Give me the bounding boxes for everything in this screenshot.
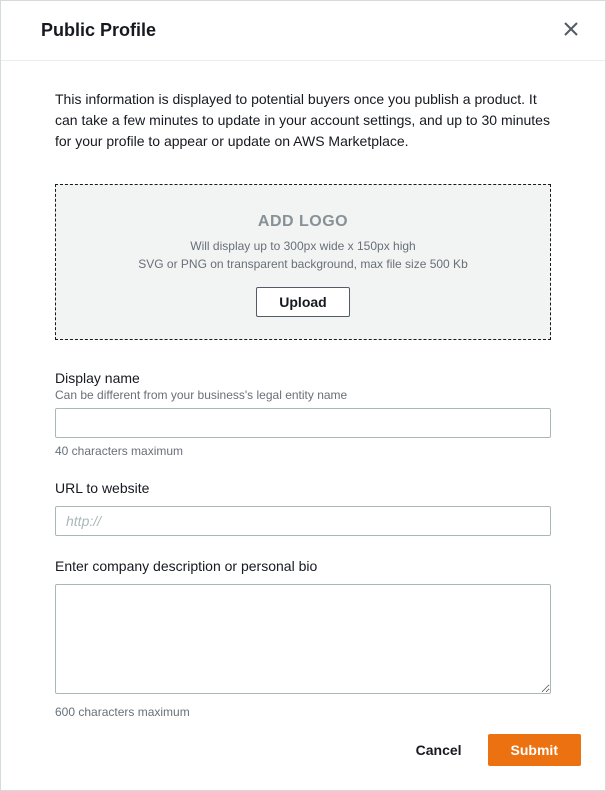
logo-hint-line1: Will display up to 300px wide x 150px hi… [190,239,415,253]
url-label: URL to website [55,480,551,496]
display-name-label: Display name [55,370,551,386]
modal-body: This information is displayed to potenti… [1,61,605,718]
upload-button[interactable]: Upload [256,287,349,317]
display-name-input[interactable] [55,408,551,438]
display-name-hint: Can be different from your business's le… [55,388,551,402]
display-name-limit: 40 characters maximum [55,444,551,458]
description-label: Enter company description or personal bi… [55,558,551,574]
modal-header: Public Profile [1,1,605,61]
logo-upload-hint: Will display up to 300px wide x 150px hi… [76,237,530,273]
modal-footer: Cancel Submit [1,718,605,790]
submit-button[interactable]: Submit [488,734,581,766]
close-button[interactable] [559,17,583,44]
logo-upload-area: ADD LOGO Will display up to 300px wide x… [55,184,551,340]
description-limit: 600 characters maximum [55,705,551,718]
logo-hint-line2: SVG or PNG on transparent background, ma… [138,257,468,271]
close-icon [563,21,579,40]
description-group: Enter company description or personal bi… [55,558,551,718]
public-profile-modal: Public Profile This information is displ… [0,0,606,791]
display-name-group: Display name Can be different from your … [55,370,551,458]
logo-upload-title: ADD LOGO [76,213,530,231]
url-input[interactable] [55,506,551,536]
description-textarea[interactable] [55,584,551,694]
url-group: URL to website [55,480,551,536]
intro-text: This information is displayed to potenti… [55,89,551,152]
modal-title: Public Profile [41,20,156,41]
cancel-button[interactable]: Cancel [412,736,466,764]
